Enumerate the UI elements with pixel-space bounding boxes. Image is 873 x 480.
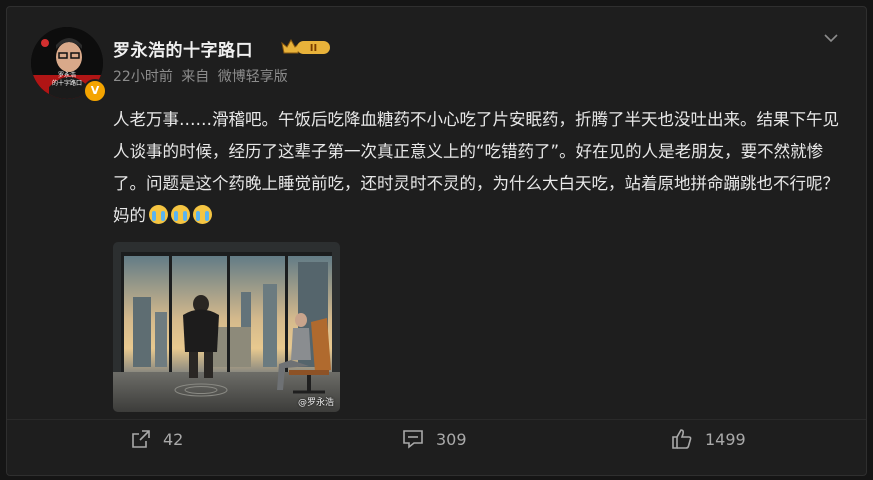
share-icon (132, 430, 150, 448)
crying-emoji-icon (149, 205, 168, 224)
comment-button[interactable]: 309 (402, 427, 467, 451)
share-button[interactable]: 42 (131, 427, 183, 451)
divider (7, 419, 866, 420)
image-watermark: @罗永浩 (297, 398, 334, 408)
share-count: 42 (163, 429, 184, 449)
comment-icon (403, 430, 423, 449)
crying-emoji-icon (193, 205, 212, 224)
like-count: 1499 (705, 429, 746, 449)
verified-badge-icon: V (83, 79, 107, 103)
post-text-body: 人老万事……滑稽吧。午饭后吃降血糖药不小心吃了片安眠药，折腾了半天也没吐出来。结… (113, 110, 839, 225)
rank-badge-label: II (310, 43, 317, 54)
weibo-post-card: 罗永浩 的十字路口 V 罗永浩的十字路口 II 22小时前 来自 微博轻享版 人… (6, 6, 867, 476)
post-source[interactable]: 微博轻享版 (218, 69, 288, 85)
post-time[interactable]: 22小时前 (113, 69, 173, 85)
like-button[interactable]: 1499 (671, 427, 746, 451)
post-image[interactable]: @罗永浩 (113, 242, 340, 412)
thumbs-up-icon (672, 429, 692, 449)
post-meta: 22小时前 来自 微博轻享版 (113, 66, 292, 86)
username[interactable]: 罗永浩的十字路口 (113, 36, 253, 61)
post-text: 人老万事……滑稽吧。午饭后吃降血糖药不小心吃了片安眠药，折腾了半天也没吐出来。结… (113, 104, 848, 232)
source-prefix: 来自 (181, 69, 210, 85)
crying-emoji-icon (171, 205, 190, 224)
crown-rank-badge-icon[interactable]: II (280, 36, 332, 58)
comment-count: 309 (436, 429, 467, 449)
chevron-down-icon[interactable] (822, 29, 840, 47)
